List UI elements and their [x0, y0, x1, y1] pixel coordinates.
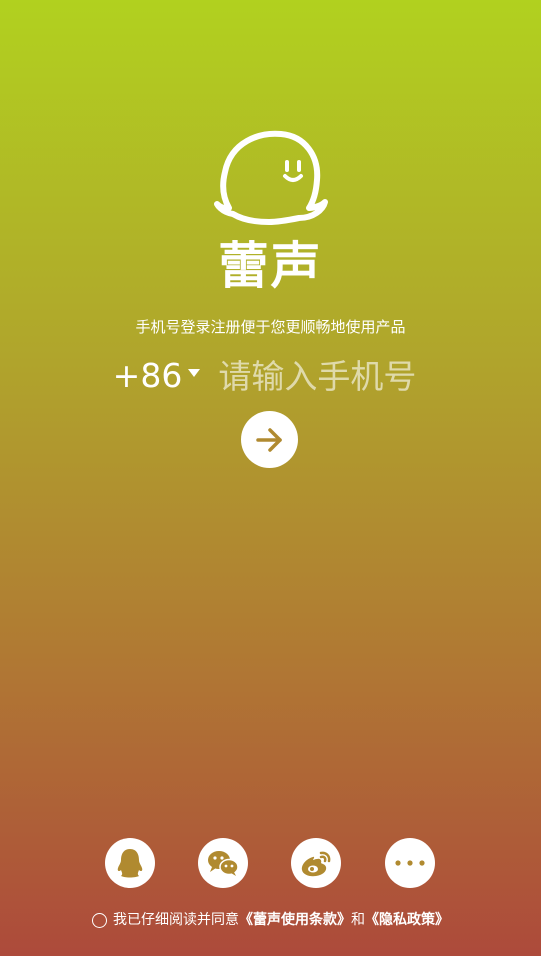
arrow-right-icon	[255, 427, 282, 452]
more-login-button[interactable]	[385, 838, 435, 888]
agreement-prefix: 我已仔细阅读并同意	[113, 912, 239, 928]
caret-down-icon	[188, 369, 201, 377]
app-name: 蕾声	[218, 237, 323, 295]
agreement-row: 我已仔细阅读并同意 《蕾声使用条款》 和 《隐私政策》	[0, 908, 541, 932]
terms-link[interactable]: 《蕾声使用条款》	[239, 908, 351, 932]
next-button[interactable]	[241, 411, 298, 468]
qq-penguin-icon	[117, 849, 143, 878]
ghost-logo-icon	[213, 130, 328, 225]
weibo-login-button[interactable]	[291, 838, 341, 888]
phone-login-row: +86	[0, 352, 541, 400]
qq-login-button[interactable]	[105, 838, 155, 888]
social-login-row	[0, 838, 541, 890]
wechat-icon	[208, 851, 239, 876]
country-code: +86	[112, 356, 183, 395]
weibo-icon	[301, 851, 331, 877]
phone-input[interactable]	[218, 352, 429, 400]
agreement-checkbox[interactable]	[92, 912, 107, 928]
logo	[0, 128, 541, 228]
login-subtitle: 手机号登录注册便于您更顺畅地使用产品	[135, 318, 406, 336]
wechat-login-button[interactable]	[198, 838, 248, 888]
more-dots-icon	[395, 860, 425, 866]
country-code-selector[interactable]: +86	[113, 352, 201, 400]
privacy-link[interactable]: 《隐私政策》	[365, 908, 449, 932]
agreement-joiner: 和	[351, 912, 365, 928]
